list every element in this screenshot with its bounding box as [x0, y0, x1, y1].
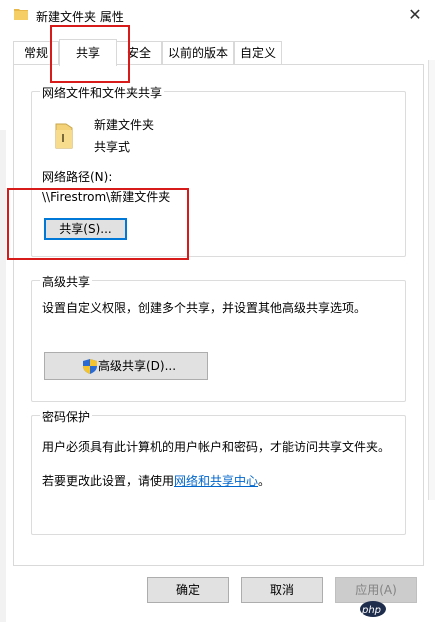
close-button[interactable]: ✕	[403, 4, 427, 26]
tab-sharing[interactable]: 共享	[59, 39, 117, 66]
advanced-sharing-button-label: 高级共享(D)...	[97, 359, 177, 373]
uac-shield-icon	[83, 359, 97, 374]
close-icon: ✕	[408, 5, 422, 24]
watermark-text: php 中文网	[362, 605, 415, 616]
tab-customize[interactable]: 自定义	[234, 41, 282, 64]
password-protection-group: 密码保护 用户必须具有此计算机的用户帐户和密码，才能访问共享文件夹。 若要更改此…	[31, 408, 406, 535]
share-status: 共享式	[94, 140, 131, 154]
shared-folder-icon	[55, 123, 73, 149]
password-protection-description: 用户必须具有此计算机的用户帐户和密码，才能访问共享文件夹。	[42, 440, 391, 454]
background-window-edge-right	[428, 60, 435, 500]
watermark-logo: php 中文网	[359, 598, 431, 620]
network-path-label: 网络路径(N):	[42, 170, 113, 184]
network-sharing-title: 网络文件和文件夹共享	[40, 84, 165, 101]
background-window-edge	[0, 130, 6, 622]
advanced-sharing-button[interactable]: 高级共享(D)...	[44, 352, 208, 380]
sharing-tab-page: 网络文件和文件夹共享 新建文件夹 共享式 网络路径(N): \\Firestro…	[13, 64, 424, 566]
folder-name: 新建文件夹	[94, 118, 155, 132]
advanced-sharing-description: 设置自定义权限，创建多个共享，并设置其他高级共享选项。	[42, 301, 367, 315]
advanced-sharing-title: 高级共享	[40, 273, 93, 290]
highlight-share-button-annotation	[7, 188, 189, 260]
advanced-sharing-group: 高级共享 设置自定义权限，创建多个共享，并设置其他高级共享选项。 高级共享(D)…	[31, 273, 406, 402]
cancel-button[interactable]: 取消	[241, 577, 323, 603]
network-sharing-center-link[interactable]: 网络和共享中心	[174, 474, 258, 488]
password-protection-title: 密码保护	[40, 408, 93, 425]
folder-icon	[14, 9, 28, 20]
ok-button[interactable]: 确定	[147, 577, 229, 603]
change-setting-text: 若要更改此设置，请使用网络和共享中心。	[42, 474, 271, 488]
window-title: 新建文件夹 属性	[36, 10, 124, 24]
tab-previous-versions[interactable]: 以前的版本	[162, 41, 234, 64]
